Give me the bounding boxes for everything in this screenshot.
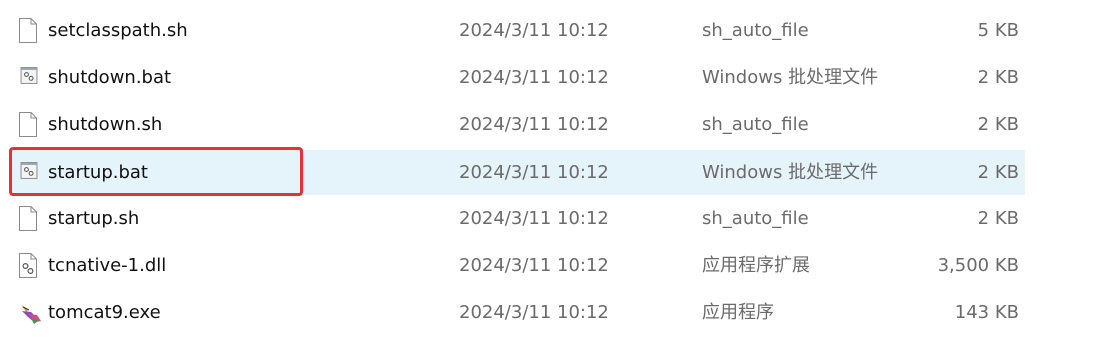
file-size: 2 KB bbox=[977, 162, 1019, 183]
file-name: shutdown.bat bbox=[48, 67, 172, 88]
file-name: tomcat9.exe bbox=[48, 302, 161, 323]
file-size: 2 KB bbox=[977, 67, 1019, 88]
file-date-modified: 2024/3/11 10:12 bbox=[459, 162, 609, 183]
batch-file-icon bbox=[20, 162, 38, 179]
file-list: setclasspath.sh 2024/3/11 10:12 sh_auto_… bbox=[0, 0, 1102, 343]
dll-file-icon bbox=[19, 253, 37, 278]
file-row-tcnative-dll[interactable]: tcnative-1.dll 2024/3/11 10:12 应用程序扩展 3,… bbox=[10, 243, 1025, 288]
file-date-modified: 2024/3/11 10:12 bbox=[459, 114, 609, 135]
file-type: 应用程序 bbox=[702, 302, 774, 323]
file-row-startup-sh[interactable]: startup.sh 2024/3/11 10:12 sh_auto_file … bbox=[10, 196, 1025, 241]
blank-file-icon bbox=[19, 18, 37, 43]
batch-file-icon bbox=[20, 67, 38, 84]
file-type: Windows 批处理文件 bbox=[702, 162, 879, 183]
file-row-startup-bat[interactable]: startup.bat 2024/3/11 10:12 Windows 批处理文… bbox=[10, 150, 1025, 195]
file-date-modified: 2024/3/11 10:12 bbox=[459, 302, 609, 323]
file-date-modified: 2024/3/11 10:12 bbox=[459, 208, 609, 229]
file-name: startup.bat bbox=[48, 162, 148, 183]
file-type: sh_auto_file bbox=[702, 114, 809, 135]
file-size: 2 KB bbox=[977, 114, 1019, 135]
file-size: 143 KB bbox=[954, 302, 1019, 323]
file-type: Windows 批处理文件 bbox=[702, 67, 879, 88]
file-date-modified: 2024/3/11 10:12 bbox=[459, 67, 609, 88]
file-type: sh_auto_file bbox=[702, 208, 809, 229]
blank-file-icon bbox=[19, 112, 37, 137]
file-name: startup.sh bbox=[48, 208, 140, 229]
file-row-shutdown-bat[interactable]: shutdown.bat 2024/3/11 10:12 Windows 批处理… bbox=[10, 55, 1025, 100]
file-name: shutdown.sh bbox=[48, 114, 163, 135]
file-date-modified: 2024/3/11 10:12 bbox=[459, 20, 609, 41]
file-size: 5 KB bbox=[977, 20, 1019, 41]
file-size: 2 KB bbox=[977, 208, 1019, 229]
blank-file-icon bbox=[19, 206, 37, 231]
file-name: setclasspath.sh bbox=[48, 20, 188, 41]
file-type: sh_auto_file bbox=[702, 20, 809, 41]
file-type: 应用程序扩展 bbox=[702, 255, 810, 276]
tomcat-exe-icon bbox=[21, 305, 41, 324]
file-date-modified: 2024/3/11 10:12 bbox=[459, 255, 609, 276]
file-row-tomcat9-exe[interactable]: tomcat9.exe 2024/3/11 10:12 应用程序 143 KB bbox=[10, 290, 1025, 335]
file-row-shutdown-sh[interactable]: shutdown.sh 2024/3/11 10:12 sh_auto_file… bbox=[10, 102, 1025, 147]
file-size: 3,500 KB bbox=[937, 255, 1019, 276]
file-name: tcnative-1.dll bbox=[48, 255, 167, 276]
file-row-setclasspath-sh[interactable]: setclasspath.sh 2024/3/11 10:12 sh_auto_… bbox=[10, 8, 1025, 53]
